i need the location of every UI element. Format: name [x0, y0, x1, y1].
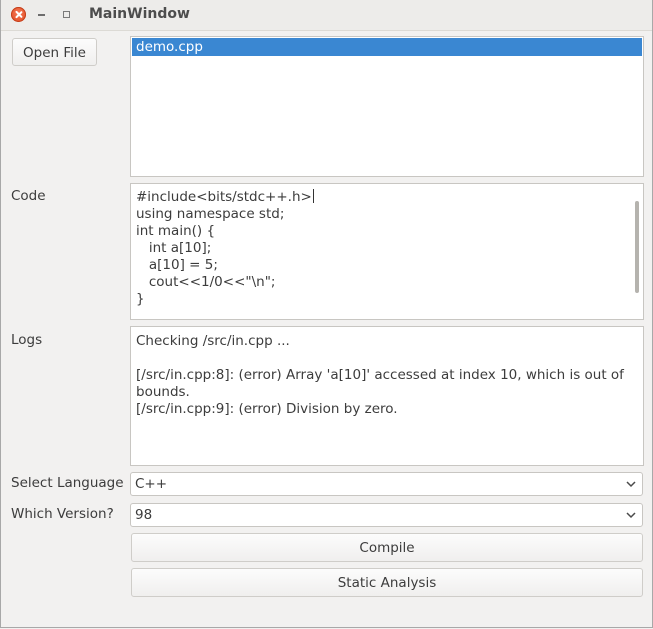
code-line-4: int a[10];: [136, 240, 212, 256]
language-label: Select Language: [11, 475, 124, 491]
code-line-5: a[10] = 5;: [136, 257, 218, 273]
chevron-down-icon[interactable]: [626, 510, 636, 520]
code-line-3: int main() {: [136, 223, 216, 239]
compile-button[interactable]: Compile: [131, 533, 643, 562]
version-select[interactable]: 98: [130, 503, 643, 527]
language-select[interactable]: C++: [130, 472, 643, 496]
code-line-2: using namespace std;: [136, 206, 285, 222]
file-list[interactable]: demo.cpp: [130, 36, 644, 177]
window-title: MainWindow: [89, 6, 190, 22]
text-caret: [312, 189, 314, 203]
open-file-button[interactable]: Open File: [12, 38, 97, 66]
code-line-6: cout<<1/0<<"\n";: [136, 274, 276, 290]
version-selected-value: 98: [135, 507, 153, 523]
logs-content: Checking /src/in.cpp ... [/src/in.cpp:8]…: [136, 333, 626, 418]
title-bar: MainWindow: [1, 0, 652, 31]
log-line: Checking /src/in.cpp ...: [136, 333, 290, 349]
language-selected-value: C++: [135, 476, 168, 492]
code-editor[interactable]: #include<bits/stdc++.h> using namespace …: [130, 183, 644, 320]
file-list-item[interactable]: demo.cpp: [132, 38, 642, 56]
code-scrollbar[interactable]: [631, 184, 643, 319]
logs-label: Logs: [11, 332, 43, 348]
code-label: Code: [11, 188, 46, 204]
log-line-blank: [136, 350, 626, 367]
code-line-1: #include<bits/stdc++.h>: [136, 189, 314, 205]
code-line-7: }: [136, 291, 145, 307]
minimize-icon[interactable]: [38, 14, 45, 16]
maximize-icon[interactable]: [61, 9, 71, 19]
code-scrollbar-thumb[interactable]: [635, 201, 639, 293]
code-content: #include<bits/stdc++.h> using namespace …: [136, 189, 314, 308]
static-analysis-button[interactable]: Static Analysis: [131, 568, 643, 597]
chevron-down-icon[interactable]: [626, 479, 636, 489]
close-icon[interactable]: [11, 7, 26, 22]
logs-output[interactable]: Checking /src/in.cpp ... [/src/in.cpp:8]…: [130, 326, 644, 466]
version-label: Which Version?: [11, 506, 114, 522]
main-window: MainWindow Open File demo.cpp Code #incl…: [0, 0, 653, 628]
log-line: [/src/in.cpp:8]: (error) Array 'a[10]' a…: [136, 367, 624, 400]
log-line: [/src/in.cpp:9]: (error) Division by zer…: [136, 401, 398, 417]
